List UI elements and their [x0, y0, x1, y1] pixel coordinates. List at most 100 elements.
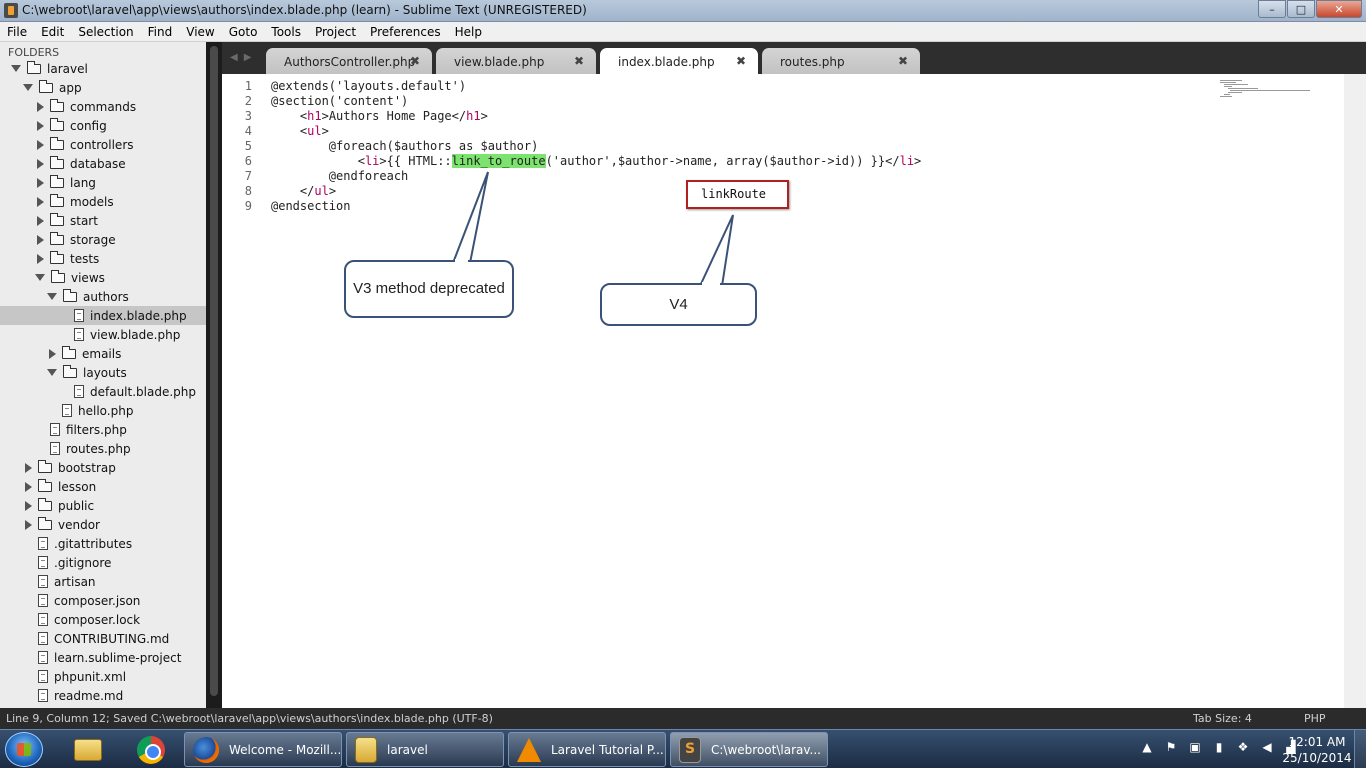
taskbar-clock[interactable]: 12:01 AM 25/10/2014 — [1282, 734, 1352, 766]
file-item-learn-sublime-project[interactable]: learn.sublime-project — [0, 648, 206, 667]
expand-triangle-closed-icon[interactable] — [25, 481, 32, 492]
file-item-gitignore[interactable]: .gitignore — [0, 553, 206, 572]
taskbar-explorer[interactable]: laravel — [346, 732, 504, 767]
folder-item-start[interactable]: start — [0, 211, 206, 230]
folder-item-app[interactable]: app — [0, 78, 206, 97]
file-item-hello-php[interactable]: hello.php — [0, 401, 206, 420]
menu-file[interactable]: File — [0, 22, 34, 41]
folder-item-tests[interactable]: tests — [0, 249, 206, 268]
expand-triangle-closed-icon[interactable] — [37, 120, 44, 131]
tree-item-label: emails — [82, 346, 122, 361]
file-item-view-blade-php[interactable]: view.blade.php — [0, 325, 206, 344]
folder-item-database[interactable]: database — [0, 154, 206, 173]
folder-item-commands[interactable]: commands — [0, 97, 206, 116]
file-item-artisan[interactable]: artisan — [0, 572, 206, 591]
expand-triangle-closed-icon[interactable] — [25, 462, 32, 473]
folder-item-views[interactable]: views — [0, 268, 206, 287]
expand-triangle-closed-icon[interactable] — [37, 234, 44, 245]
menu-help[interactable]: Help — [448, 22, 489, 41]
close-button[interactable]: ✕ — [1316, 0, 1362, 18]
sidebar-scrollbar[interactable] — [206, 42, 222, 708]
folder-icon — [50, 155, 64, 169]
expand-triangle-open-icon[interactable] — [23, 84, 33, 91]
folder-item-lang[interactable]: lang — [0, 173, 206, 192]
menu-selection[interactable]: Selection — [71, 22, 140, 41]
folder-item-controllers[interactable]: controllers — [0, 135, 206, 154]
folder-item-lesson[interactable]: lesson — [0, 477, 206, 496]
taskbar-firefox[interactable]: Welcome - Mozill... — [184, 732, 342, 767]
tab-index-blade[interactable]: index.blade.php ✖ — [600, 48, 758, 74]
folder-item-layouts[interactable]: layouts — [0, 363, 206, 382]
show-desktop-button[interactable] — [1354, 730, 1366, 768]
expand-triangle-closed-icon[interactable] — [49, 348, 56, 359]
syntax-indicator[interactable]: PHP — [1304, 712, 1326, 725]
menu-goto[interactable]: Goto — [222, 22, 265, 41]
menu-view[interactable]: View — [179, 22, 221, 41]
expand-triangle-closed-icon[interactable] — [37, 196, 44, 207]
folder-item-models[interactable]: models — [0, 192, 206, 211]
taskbar-vlc[interactable]: Laravel Tutorial P... — [508, 732, 666, 767]
maximize-button[interactable]: □ — [1287, 0, 1315, 18]
expand-triangle-closed-icon[interactable] — [37, 139, 44, 150]
explorer-pinned-icon[interactable] — [64, 734, 112, 766]
start-button[interactable] — [5, 732, 43, 767]
file-item-composer-json[interactable]: composer.json — [0, 591, 206, 610]
minimap[interactable] — [1220, 80, 1310, 98]
menu-find[interactable]: Find — [141, 22, 180, 41]
file-item-phpunit-xml[interactable]: phpunit.xml — [0, 667, 206, 686]
menu-project[interactable]: Project — [308, 22, 363, 41]
file-item-composer-lock[interactable]: composer.lock — [0, 610, 206, 629]
folder-item-bootstrap[interactable]: bootstrap — [0, 458, 206, 477]
expand-triangle-open-icon[interactable] — [47, 369, 57, 376]
tab-close-icon[interactable]: ✖ — [898, 54, 908, 68]
minimize-button[interactable]: – — [1258, 0, 1286, 18]
expand-triangle-closed-icon[interactable] — [37, 177, 44, 188]
folder-item-emails[interactable]: emails — [0, 344, 206, 363]
expand-triangle-closed-icon[interactable] — [37, 101, 44, 112]
expand-triangle-closed-icon[interactable] — [25, 500, 32, 511]
folder-item-vendor[interactable]: vendor — [0, 515, 206, 534]
file-item-default-blade-php[interactable]: default.blade.php — [0, 382, 206, 401]
expand-triangle-closed-icon[interactable] — [25, 519, 32, 530]
folder-item-storage[interactable]: storage — [0, 230, 206, 249]
folder-item-public[interactable]: public — [0, 496, 206, 515]
tab-close-icon[interactable]: ✖ — [736, 54, 746, 68]
tab-routes[interactable]: routes.php ✖ — [762, 48, 920, 74]
expand-triangle-open-icon[interactable] — [11, 65, 21, 72]
file-item-routes-php[interactable]: routes.php — [0, 439, 206, 458]
dropbox-icon[interactable]: ❖ — [1236, 740, 1250, 754]
file-item-gitattributes[interactable]: .gitattributes — [0, 534, 206, 553]
file-item-readme-md[interactable]: readme.md — [0, 686, 206, 705]
expand-triangle-closed-icon[interactable] — [37, 158, 44, 169]
tab-close-icon[interactable]: ✖ — [410, 54, 420, 68]
folder-item-laravel[interactable]: laravel — [0, 59, 206, 78]
action-center-flag-icon[interactable]: ⚑ — [1164, 740, 1178, 754]
tab-size-indicator[interactable]: Tab Size: 4 — [1193, 712, 1252, 725]
tab-view-blade[interactable]: view.blade.php ✖ — [436, 48, 596, 74]
show-hidden-icons-icon[interactable]: ▲ — [1140, 740, 1154, 754]
tab-authorscontroller[interactable]: AuthorsController.php ✖ — [266, 48, 432, 74]
tab-scroll-arrows-icon[interactable]: ◀▶ — [230, 52, 257, 63]
tab-close-icon[interactable]: ✖ — [574, 54, 584, 68]
chrome-pinned-icon[interactable] — [127, 734, 175, 766]
file-item-contributing-md[interactable]: CONTRIBUTING.md — [0, 629, 206, 648]
file-item-filters-php[interactable]: filters.php — [0, 420, 206, 439]
power-icon[interactable]: ▮ — [1212, 740, 1226, 754]
file-item-index-blade-php[interactable]: index.blade.php — [0, 306, 206, 325]
expand-triangle-open-icon[interactable] — [35, 274, 45, 281]
menu-tools[interactable]: Tools — [264, 22, 308, 41]
expand-triangle-closed-icon[interactable] — [37, 215, 44, 226]
editor-scrollbar[interactable] — [1344, 74, 1366, 708]
folder-item-authors[interactable]: authors — [0, 287, 206, 306]
folder-item-config[interactable]: config — [0, 116, 206, 135]
expand-triangle-open-icon[interactable] — [47, 293, 57, 300]
line-number: 5 — [244, 139, 252, 153]
menu-edit[interactable]: Edit — [34, 22, 71, 41]
volume-icon[interactable]: ◀ — [1260, 740, 1274, 754]
code-editor[interactable]: 1 2 3 4 5 6 7 8 9 @extends('layouts.defa… — [222, 74, 1344, 708]
device-icon[interactable]: ▣ — [1188, 740, 1202, 754]
taskbar-sublime[interactable]: C:\webroot\larav... — [670, 732, 828, 767]
line-number: 6 — [244, 154, 252, 168]
expand-triangle-closed-icon[interactable] — [37, 253, 44, 264]
menu-preferences[interactable]: Preferences — [363, 22, 448, 41]
